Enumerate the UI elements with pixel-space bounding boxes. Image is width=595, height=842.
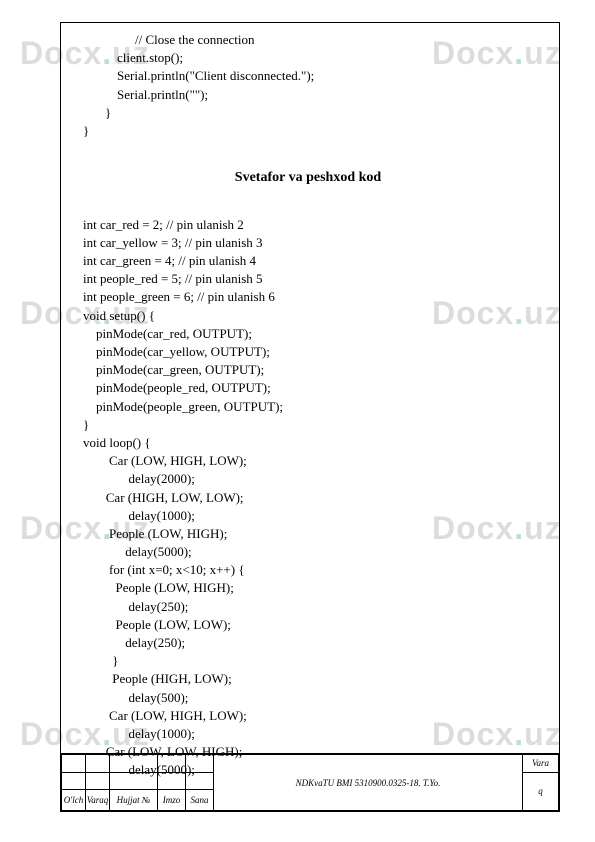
code-block-top: // Close the connectionclient.stop();Ser…: [83, 31, 533, 140]
code-line: delay(250);: [83, 634, 533, 652]
code-line: Car (HIGH, LOW, LOW);: [83, 489, 533, 507]
code-line: int people_red = 5; // pin ulanish 5: [83, 270, 533, 288]
code-line: }: [83, 652, 533, 670]
code-line: Serial.println("");: [83, 86, 533, 104]
tb-header: O'lch: [62, 790, 86, 811]
code-line: int car_yellow = 3; // pin ulanish 3: [83, 234, 533, 252]
code-line: pinMode(people_green, OUTPUT);: [83, 398, 533, 416]
document-body: // Close the connectionclient.stop();Ser…: [83, 31, 533, 751]
tb-header: Varaq: [86, 790, 110, 811]
page-q: q: [523, 772, 559, 810]
code-line: delay(1000);: [83, 507, 533, 525]
code-line: }: [83, 104, 533, 122]
code-line: void loop() {: [83, 434, 533, 452]
code-line: pinMode(car_green, OUTPUT);: [83, 361, 533, 379]
code-line: Car (LOW, HIGH, LOW);: [83, 707, 533, 725]
code-block-main: int car_red = 2; // pin ulanish 2int car…: [83, 216, 533, 780]
code-line: delay(2000);: [83, 470, 533, 488]
vara-label: Vara: [523, 755, 559, 773]
code-line: People (LOW, HIGH);: [83, 525, 533, 543]
code-line: // Close the connection: [83, 31, 533, 49]
code-line: People (LOW, LOW);: [83, 616, 533, 634]
code-line: pinMode(people_red, OUTPUT);: [83, 379, 533, 397]
code-line: Serial.println("Client disconnected.");: [83, 67, 533, 85]
code-line: for (int x=0; x<10; x++) {: [83, 561, 533, 579]
code-line: People (LOW, HIGH);: [83, 579, 533, 597]
code-line: delay(500);: [83, 689, 533, 707]
page-frame: // Close the connectionclient.stop();Ser…: [60, 22, 560, 812]
tb-header: Imzo: [158, 790, 186, 811]
code-line: delay(5000);: [83, 543, 533, 561]
code-line: int car_green = 4; // pin ulanish 4: [83, 252, 533, 270]
code-line: }: [83, 122, 533, 140]
tb-header: Sana: [186, 790, 214, 811]
code-line: client.stop();: [83, 49, 533, 67]
title-block: NDKvaTU BMI 5310900.0325-18. T.Yo. Vara …: [61, 753, 559, 811]
code-line: pinMode(car_red, OUTPUT);: [83, 325, 533, 343]
code-line: People (HIGH, LOW);: [83, 670, 533, 688]
code-line: delay(250);: [83, 598, 533, 616]
code-line: int people_green = 6; // pin ulanish 6: [83, 288, 533, 306]
code-line: pinMode(car_yellow, OUTPUT);: [83, 343, 533, 361]
code-line: Car (LOW, HIGH, LOW);: [83, 452, 533, 470]
code-line: }: [83, 416, 533, 434]
tb-header: Hujjat №: [110, 790, 158, 811]
code-line: delay(1000);: [83, 725, 533, 743]
code-line: int car_red = 2; // pin ulanish 2: [83, 216, 533, 234]
code-line: void setup() {: [83, 307, 533, 325]
doc-code: NDKvaTU BMI 5310900.0325-18. T.Yo.: [214, 755, 523, 811]
section-heading: Svetafor va peshxod kod: [83, 168, 533, 188]
